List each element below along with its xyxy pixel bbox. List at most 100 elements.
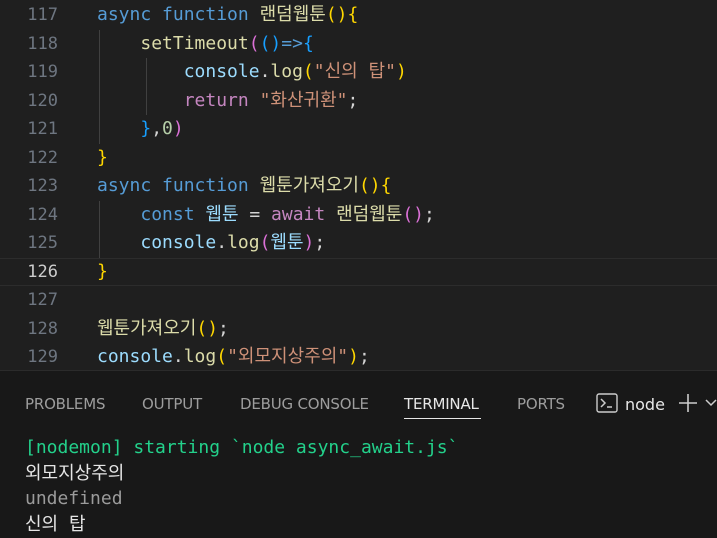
code-text: },0): [97, 115, 184, 144]
code-token: =>: [281, 32, 303, 54]
tab-problems[interactable]: PROBLEMS: [25, 395, 105, 413]
code-line[interactable]: 122}: [0, 144, 717, 173]
code-token: 웹툰: [270, 232, 304, 253]
code-text: console.log(웹툰);: [97, 229, 325, 258]
chevron-down-icon[interactable]: [705, 397, 717, 409]
code-token: ;: [314, 232, 326, 253]
code-line[interactable]: 125 console.log(웹툰);: [0, 229, 717, 258]
code-token: 웹툰가져오기: [97, 317, 197, 339]
line-number: 126: [27, 261, 58, 282]
code-line[interactable]: 127: [0, 286, 717, 315]
code-text: async function 랜덤웹툰(){: [97, 1, 358, 30]
active-tab-indicator: [404, 418, 481, 419]
code-token: log: [227, 232, 260, 253]
code-token: }: [97, 146, 108, 168]
code-token: =: [238, 203, 272, 225]
code-line[interactable]: 123 async function 웹툰가져오기(){: [0, 172, 717, 201]
code-token: console: [183, 61, 260, 82]
line-number: 128: [27, 318, 58, 339]
line-number: 123: [27, 176, 58, 196]
code-token: .: [172, 346, 184, 367]
code-line[interactable]: 129 console.log("외모지상주의");: [0, 343, 717, 370]
code-line[interactable]: 117 async function 랜덤웹툰(){: [0, 1, 717, 30]
code-token: "화산귀환": [259, 89, 348, 111]
code-token: "외모지상주의": [227, 346, 349, 367]
code-token: async: [97, 4, 152, 25]
terminal-line: undefined: [25, 488, 123, 509]
code-token: {: [302, 32, 314, 54]
code-line[interactable]: 128 웹툰가져오기();: [0, 315, 717, 344]
code-text: console.log("외모지상주의");: [97, 343, 370, 370]
code-text: async function 웹툰가져오기(){: [97, 172, 391, 201]
code-text: const 웹툰 = await 랜덤웹툰();: [97, 201, 434, 230]
plus-icon[interactable]: [677, 392, 699, 414]
code-token: console: [140, 232, 217, 253]
code-token: {: [380, 175, 392, 196]
terminal-line: 신의 탑: [25, 513, 86, 535]
code-token: ;: [358, 346, 370, 367]
terminal-name[interactable]: node: [625, 395, 665, 414]
tab-debug-console[interactable]: DEBUG CONSOLE: [240, 395, 369, 413]
line-number: 121: [27, 119, 58, 139]
code-token: (): [259, 32, 282, 54]
code-token: await: [271, 203, 326, 225]
code-text: }: [97, 144, 108, 173]
tab-terminal[interactable]: TERMINAL: [404, 395, 479, 413]
code-token: (): [402, 203, 424, 225]
code-token: .: [216, 232, 228, 253]
code-token: return: [183, 89, 249, 111]
code-token: 랜덤웹툰: [336, 203, 403, 225]
code-token: function: [162, 4, 249, 25]
code-line[interactable]: 118 setTimeout(()=>{: [0, 30, 717, 59]
code-line[interactable]: 124 const 웹툰 = await 랜덤웹툰();: [0, 201, 717, 230]
line-number: 119: [27, 62, 58, 82]
code-line[interactable]: 126}: [0, 258, 717, 287]
code-token: (: [302, 61, 314, 82]
code-token: ): [303, 232, 315, 253]
code-line[interactable]: 119 console.log("신의 탑"): [0, 58, 717, 87]
code-token: ,: [151, 118, 163, 139]
tab-output[interactable]: OUTPUT: [142, 395, 202, 413]
code-text: }: [97, 258, 108, 287]
code-token: 웹툰: [205, 203, 239, 225]
line-number: 129: [27, 347, 58, 367]
tab-ports[interactable]: PORTS: [517, 395, 565, 413]
code-token: log: [183, 346, 217, 367]
code-token: console: [97, 346, 173, 367]
line-number: 125: [27, 233, 58, 253]
code-token: const: [140, 203, 195, 225]
code-editor[interactable]: 117 async function 랜덤웹툰(){118 setTimeout(…: [0, 0, 717, 370]
code-token: (: [248, 32, 260, 54]
code-line[interactable]: 120 return "화산귀환";: [0, 87, 717, 116]
line-number: 122: [27, 147, 58, 168]
line-number: 118: [27, 33, 58, 54]
line-number: 120: [27, 90, 58, 111]
line-number: 127: [27, 290, 58, 310]
code-text: 웹툰가져오기();: [97, 315, 229, 344]
bottom-panel: PROBLEMS OUTPUT DEBUG CONSOLE TERMINAL P…: [0, 371, 717, 538]
code-text: return "화산귀환";: [97, 87, 359, 116]
code-line[interactable]: 121 },0): [0, 115, 717, 144]
terminal-icon[interactable]: [596, 393, 618, 413]
code-token: (): [358, 175, 381, 196]
code-token: ;: [347, 89, 359, 111]
code-text: setTimeout(()=>{: [97, 30, 314, 59]
terminal-line: 외모지상주의: [25, 462, 125, 484]
code-text: console.log("신의 탑"): [97, 58, 407, 87]
line-number: 117: [27, 5, 58, 25]
code-token: (): [325, 4, 348, 25]
code-token: 0: [162, 118, 173, 139]
code-token: 랜덤웹툰: [259, 4, 326, 25]
terminal-line: [nodemon] starting `node async_await.js`: [25, 437, 459, 458]
code-token: ): [172, 118, 184, 139]
